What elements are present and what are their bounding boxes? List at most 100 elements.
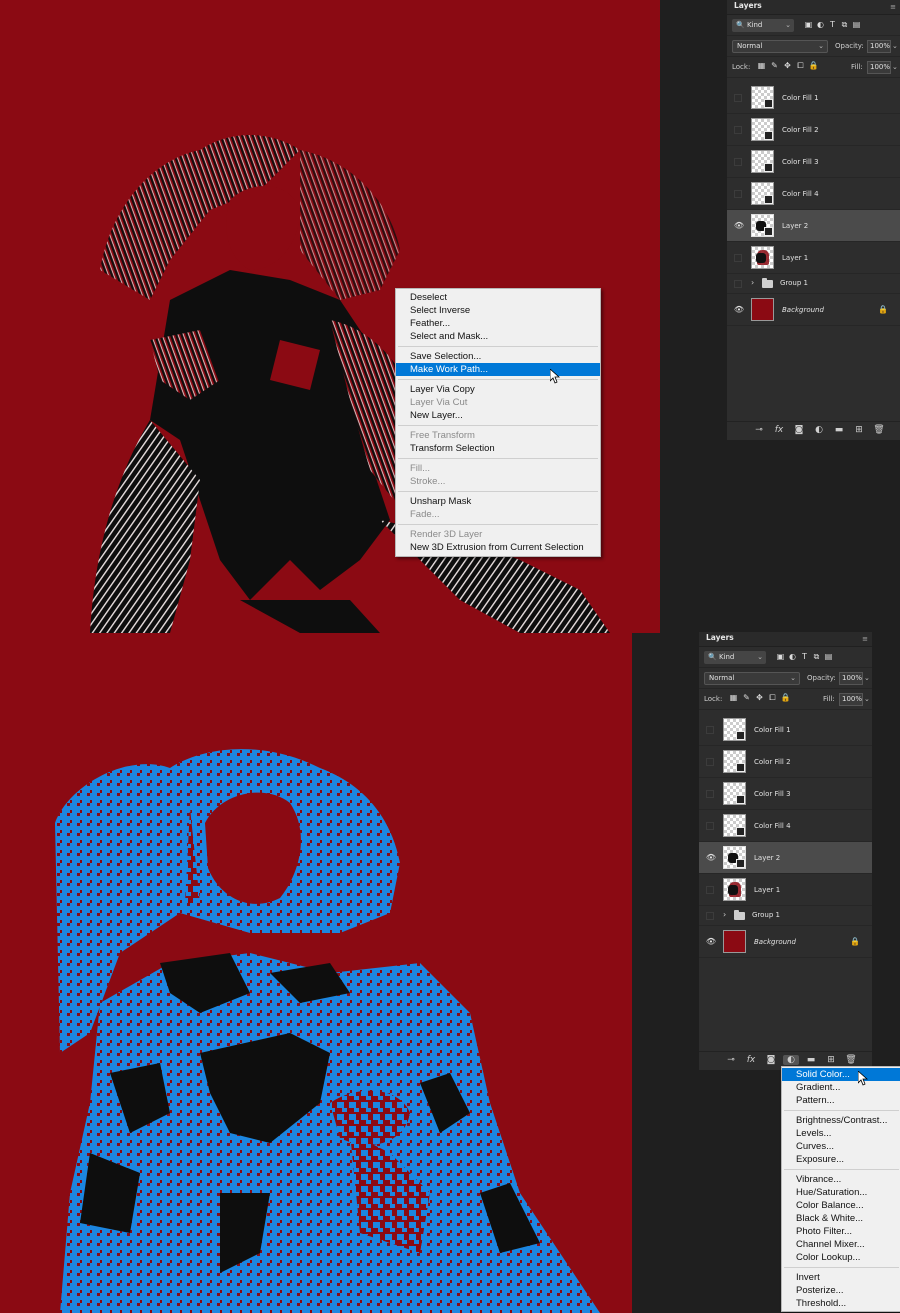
menu-item-black-white[interactable]: Black & White... [782, 1212, 900, 1225]
tab-layers[interactable]: Layers [731, 0, 765, 14]
visibility-toggle[interactable] [734, 125, 742, 134]
visibility-toggle[interactable] [706, 911, 714, 920]
menu-item-save-selection[interactable]: Save Selection... [396, 350, 600, 363]
menu-item-unsharp-mask[interactable]: Unsharp Mask [396, 495, 600, 508]
menu-item-channel-mixer[interactable]: Channel Mixer... [782, 1238, 900, 1251]
menu-item-hue-saturation[interactable]: Hue/Saturation... [782, 1186, 900, 1199]
opacity-input[interactable]: 100% [839, 672, 863, 685]
menu-item-new-layer[interactable]: New Layer... [396, 409, 600, 422]
layer-row-background[interactable]: 👁 Background 🔒 [727, 294, 900, 326]
layer-row[interactable]: Layer 1 [699, 874, 872, 906]
lock-position-icon[interactable]: ✥ [754, 693, 765, 702]
visibility-toggle[interactable] [706, 725, 714, 734]
shape-filter-icon[interactable]: ⧉ [839, 19, 850, 30]
new-layer-icon[interactable]: ⊞ [823, 1055, 839, 1065]
blend-mode-select[interactable]: Normal ⌄ [732, 40, 828, 53]
menu-item-photo-filter[interactable]: Photo Filter... [782, 1225, 900, 1238]
menu-item-gradient[interactable]: Gradient... [782, 1081, 900, 1094]
layer-row[interactable]: Color Fill 3 [727, 146, 900, 178]
eye-icon[interactable]: 👁 [733, 221, 745, 231]
group-row[interactable]: › Group 1 [727, 274, 900, 294]
menu-item-color-balance[interactable]: Color Balance... [782, 1199, 900, 1212]
menu-item-new-3d-extrusion[interactable]: New 3D Extrusion from Current Selection [396, 541, 600, 554]
visibility-toggle[interactable] [734, 279, 742, 288]
menu-item-brightness-contrast[interactable]: Brightness/Contrast... [782, 1114, 900, 1127]
adjustment-layer-icon[interactable]: ◐ [783, 1055, 799, 1065]
fx-icon[interactable]: fx [771, 425, 787, 435]
chevron-right-icon[interactable]: › [723, 910, 726, 919]
visibility-toggle[interactable] [734, 253, 742, 262]
trash-icon[interactable]: 🗑 [871, 425, 887, 435]
smart-object-filter-icon[interactable]: ▤ [823, 651, 834, 662]
new-group-icon[interactable]: ▬ [803, 1055, 819, 1065]
layer-row-selected[interactable]: 👁 Layer 2 [699, 842, 872, 874]
pixel-filter-icon[interactable]: ▣ [803, 19, 814, 30]
menu-item-select-and-mask[interactable]: Select and Mask... [396, 330, 600, 343]
lock-image-icon[interactable]: ✎ [769, 61, 780, 70]
layer-row[interactable]: Layer 1 [727, 242, 900, 274]
layer-row[interactable]: Color Fill 3 [699, 778, 872, 810]
adjustment-layer-icon[interactable]: ◐ [811, 425, 827, 435]
tab-layers[interactable]: Layers [703, 632, 737, 646]
lock-image-icon[interactable]: ✎ [741, 693, 752, 702]
menu-item-deselect[interactable]: Deselect [396, 291, 600, 304]
menu-item-color-lookup[interactable]: Color Lookup... [782, 1251, 900, 1264]
lock-artboard-icon[interactable]: ⧠ [767, 693, 778, 703]
add-mask-icon[interactable]: ◙ [791, 425, 807, 435]
opacity-dropdown-icon[interactable]: ⌄ [864, 672, 872, 685]
fill-input[interactable]: 100% [839, 693, 863, 706]
trash-icon[interactable]: 🗑 [843, 1055, 859, 1065]
type-filter-icon[interactable]: T [799, 651, 810, 662]
link-layers-icon[interactable]: ⊸ [751, 425, 767, 435]
menu-item-solid-color[interactable]: Solid Color... [782, 1068, 900, 1081]
add-mask-icon[interactable]: ◙ [763, 1055, 779, 1065]
adjustment-filter-icon[interactable]: ◐ [815, 19, 826, 30]
fill-dropdown-icon[interactable]: ⌄ [864, 693, 872, 706]
lock-transparent-icon[interactable]: ▦ [728, 693, 739, 702]
menu-item-exposure[interactable]: Exposure... [782, 1153, 900, 1166]
document-canvas-bottom[interactable] [0, 633, 632, 1313]
lock-position-icon[interactable]: ✥ [782, 61, 793, 70]
new-group-icon[interactable]: ▬ [831, 425, 847, 435]
layer-row[interactable]: Color Fill 4 [727, 178, 900, 210]
fill-input[interactable]: 100% [867, 61, 891, 74]
menu-item-pattern[interactable]: Pattern... [782, 1094, 900, 1107]
visibility-toggle[interactable] [734, 93, 742, 102]
menu-item-feather[interactable]: Feather... [396, 317, 600, 330]
eye-icon[interactable]: 👁 [705, 853, 717, 863]
visibility-toggle[interactable] [706, 789, 714, 798]
menu-item-invert[interactable]: Invert [782, 1271, 900, 1284]
new-layer-icon[interactable]: ⊞ [851, 425, 867, 435]
layer-row[interactable]: Color Fill 1 [727, 82, 900, 114]
menu-item-vibrance[interactable]: Vibrance... [782, 1173, 900, 1186]
visibility-toggle[interactable] [734, 189, 742, 198]
lock-all-icon[interactable]: 🔒 [808, 61, 819, 70]
panel-menu-icon[interactable]: ≡ [890, 3, 896, 11]
layer-row[interactable]: Color Fill 1 [699, 714, 872, 746]
opacity-dropdown-icon[interactable]: ⌄ [892, 40, 900, 53]
menu-item-select-inverse[interactable]: Select Inverse [396, 304, 600, 317]
shape-filter-icon[interactable]: ⧉ [811, 651, 822, 662]
smart-object-filter-icon[interactable]: ▤ [851, 19, 862, 30]
lock-artboard-icon[interactable]: ⧠ [795, 61, 806, 71]
menu-item-make-work-path[interactable]: Make Work Path... [396, 363, 600, 376]
layer-row[interactable]: Color Fill 2 [699, 746, 872, 778]
visibility-toggle[interactable] [706, 885, 714, 894]
eye-icon[interactable]: 👁 [733, 305, 745, 315]
menu-item-threshold[interactable]: Threshold... [782, 1297, 900, 1310]
menu-item-curves[interactable]: Curves... [782, 1140, 900, 1153]
layer-row-background[interactable]: 👁 Background 🔒 [699, 926, 872, 958]
lock-all-icon[interactable]: 🔒 [780, 693, 791, 702]
menu-item-posterize[interactable]: Posterize... [782, 1284, 900, 1297]
type-filter-icon[interactable]: T [827, 19, 838, 30]
menu-item-levels[interactable]: Levels... [782, 1127, 900, 1140]
filter-kind-select[interactable]: 🔍 Kind ⌄ [704, 651, 766, 664]
fill-dropdown-icon[interactable]: ⌄ [892, 61, 900, 74]
visibility-toggle[interactable] [706, 757, 714, 766]
pixel-filter-icon[interactable]: ▣ [775, 651, 786, 662]
lock-transparent-icon[interactable]: ▦ [756, 61, 767, 70]
link-layers-icon[interactable]: ⊸ [723, 1055, 739, 1065]
layer-row[interactable]: Color Fill 4 [699, 810, 872, 842]
layer-row-selected[interactable]: 👁 Layer 2 [727, 210, 900, 242]
layer-row[interactable]: Color Fill 2 [727, 114, 900, 146]
